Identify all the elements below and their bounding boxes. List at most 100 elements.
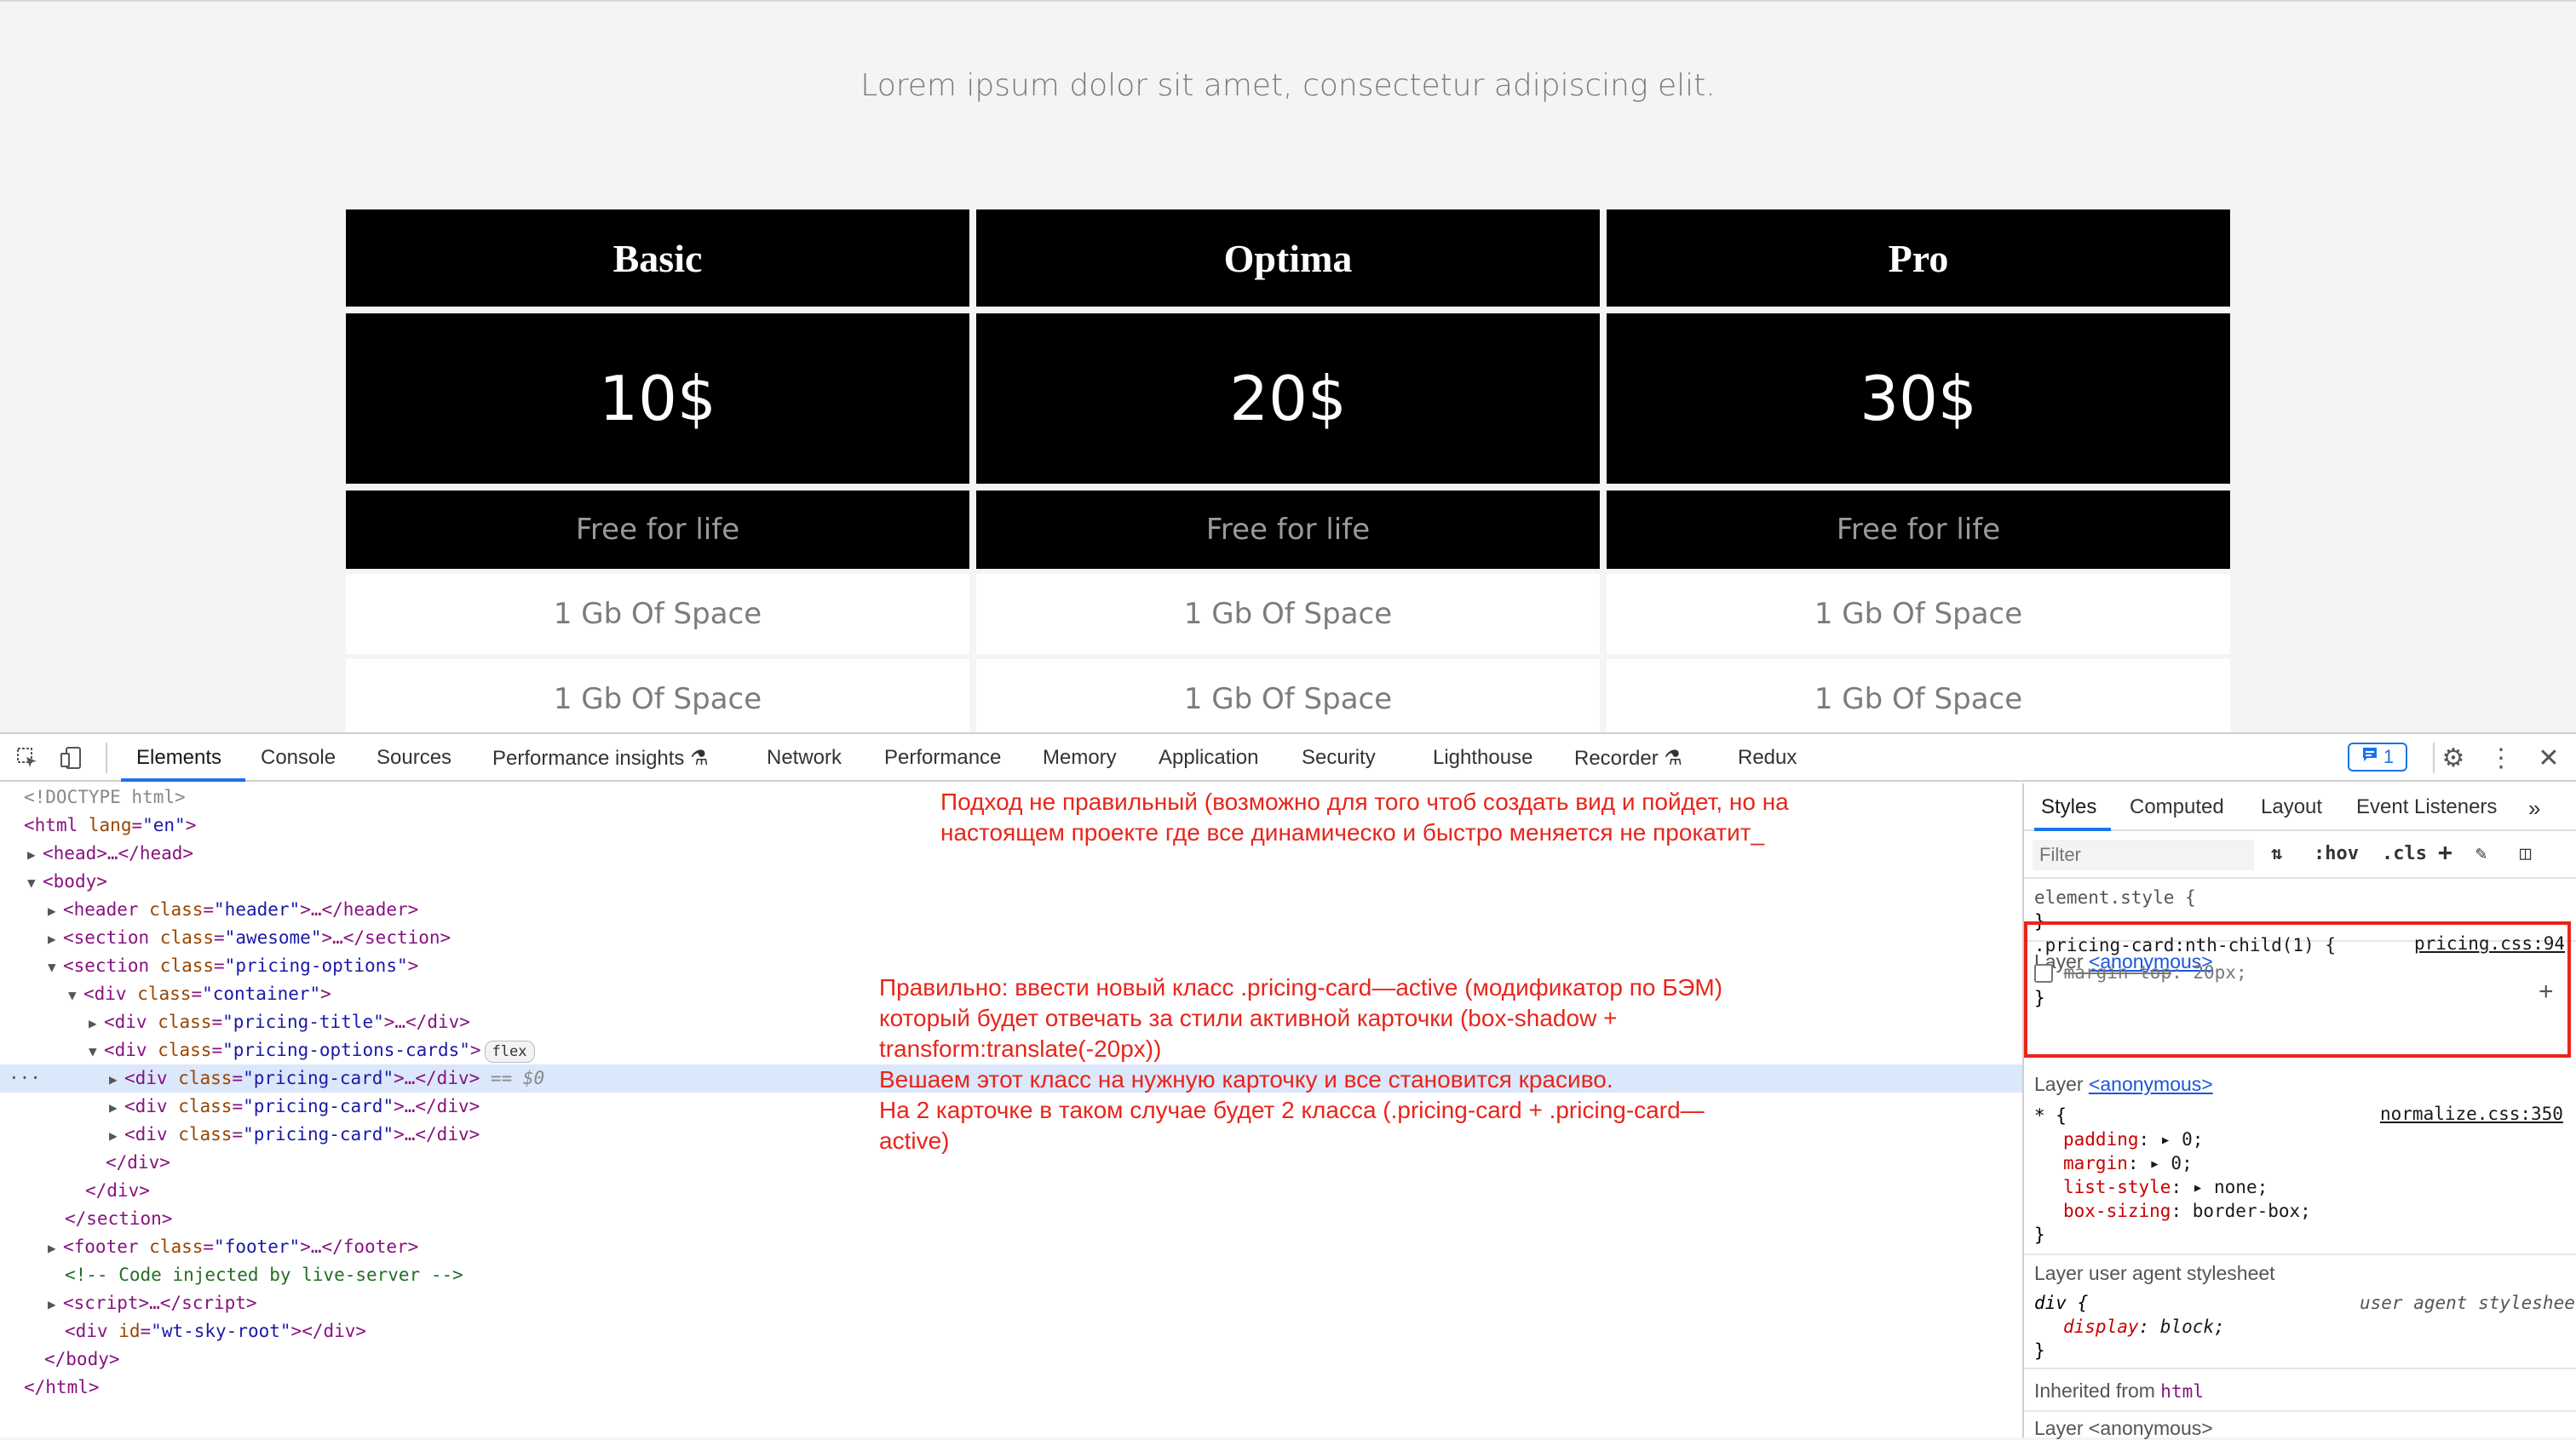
card-price: 20$	[976, 313, 1600, 484]
expand-triangle-icon[interactable]: ▶	[109, 1122, 124, 1150]
gear-icon[interactable]: ⚙	[2440, 744, 2467, 772]
device-toolbar-icon[interactable]	[58, 744, 85, 772]
cls-button[interactable]: .cls	[2382, 843, 2427, 864]
tab-layout[interactable]: Layout	[2261, 795, 2322, 819]
tab-memory[interactable]: Memory	[1043, 746, 1117, 770]
toggle-rendering-icon[interactable]: ⇅	[2271, 843, 2282, 864]
declaration-checkbox[interactable]	[2034, 964, 2053, 983]
dom-node-html[interactable]: <html lang="en">	[24, 812, 196, 840]
tab-lighthouse[interactable]: Lighthouse	[1433, 746, 1532, 770]
dom-close-body[interactable]: </body>	[44, 1345, 120, 1374]
css-declaration[interactable]: box-sizing: border-box;	[2063, 1199, 2311, 1223]
css-declaration[interactable]: list-style: ▸ none;	[2063, 1175, 2268, 1199]
tab-network[interactable]: Network	[767, 746, 842, 770]
paint-brush-icon[interactable]: ✎	[2475, 843, 2487, 864]
tab-recorder[interactable]: Recorder ⚗	[1574, 746, 1682, 771]
tab-security[interactable]: Security	[1302, 746, 1376, 770]
dom-node-pricing-title[interactable]: ▶ <div class="pricing-title">…</div>	[89, 1008, 470, 1036]
collapse-triangle-icon[interactable]: ▼	[68, 981, 83, 1009]
tab-application[interactable]: Application	[1159, 746, 1258, 770]
more-menu-icon[interactable]: ⋮	[2487, 744, 2515, 772]
tab-styles[interactable]: Styles	[2041, 795, 2096, 819]
rule1-declaration[interactable]: margin-top: 20px;	[2034, 961, 2247, 984]
dom-node-head[interactable]: ▶ <head>…</head>	[27, 840, 193, 868]
tab-label: Recorder	[1574, 747, 1659, 770]
inherited-from-label: Inherited from html	[2034, 1380, 2204, 1402]
close-icon[interactable]: ✕	[2535, 744, 2562, 772]
dom-node-pricing-card-1[interactable]: ▶ <div class="pricing-card">…</div> == $0	[109, 1064, 544, 1093]
element-style-rule[interactable]: element.style {	[2034, 886, 2196, 909]
expand-triangle-icon[interactable]: ▶	[89, 1009, 104, 1037]
css-declaration[interactable]: display: block;	[2063, 1315, 2225, 1339]
tab-sources[interactable]: Sources	[377, 746, 451, 770]
hov-button[interactable]: :hov	[2314, 843, 2359, 864]
selected-marker: == $0	[490, 1068, 545, 1088]
card-title: Basic	[346, 209, 969, 307]
inherited-tag-link[interactable]: html	[2160, 1381, 2204, 1402]
inspect-element-icon[interactable]	[14, 744, 41, 772]
expand-triangle-icon[interactable]: ▶	[109, 1065, 124, 1093]
toggle-sidebar-icon[interactable]: ◫	[2520, 843, 2531, 864]
divider	[2433, 743, 2435, 773]
tab-redux[interactable]: Redux	[1738, 746, 1797, 770]
css-declaration[interactable]: padding: ▸ 0;	[2063, 1127, 2203, 1151]
dom-node-pricing-options-cards[interactable]: ▼ <div class="pricing-options-cards"> flex	[89, 1036, 535, 1064]
expand-triangle-icon[interactable]: ▶	[48, 1290, 63, 1318]
layer-link[interactable]: <anonymous>	[2089, 1073, 2213, 1095]
dom-node-section-awesome[interactable]: ▶ <section class="awesome">…</section>	[48, 924, 451, 952]
rule2-source-link[interactable]: normalize.css:350	[2380, 1104, 2563, 1124]
expand-triangle-icon[interactable]: ▶	[109, 1093, 124, 1122]
issues-badge[interactable]: 1	[2348, 743, 2407, 772]
css-declaration[interactable]: margin: ▸ 0;	[2063, 1151, 2193, 1175]
expand-triangle-icon[interactable]: ▶	[48, 925, 63, 953]
dom-node-container[interactable]: ▼ <div class="container">	[68, 980, 331, 1008]
tab-console[interactable]: Console	[261, 746, 336, 770]
tab-performance-insights[interactable]: Performance insights ⚗	[492, 746, 709, 771]
highlighted-rule-box: .pricing-card:nth-child(1) { pricing.css…	[2024, 921, 2576, 1061]
message-icon	[2361, 746, 2378, 768]
rule1-source-link[interactable]: pricing.css:94	[2414, 933, 2565, 954]
add-rule-icon[interactable]: +	[2438, 838, 2452, 866]
dom-close-div[interactable]: </div>	[106, 1149, 170, 1177]
dom-close-section[interactable]: </section>	[65, 1205, 172, 1233]
dom-close-div[interactable]: </div>	[85, 1177, 150, 1205]
tab-performance[interactable]: Performance	[884, 746, 1001, 770]
dom-node-pricing-card-3[interactable]: ▶ <div class="pricing-card">…</div>	[109, 1121, 480, 1149]
dom-close-html[interactable]: </html>	[24, 1374, 100, 1402]
dom-node-section-pricing-options[interactable]: ▼ <section class="pricing-options">	[48, 952, 418, 980]
card-free-label: Free for life	[1607, 491, 2230, 569]
dom-node-header[interactable]: ▶ <header class="header">…</header>	[48, 896, 418, 924]
tab-event-listeners[interactable]: Event Listeners	[2356, 795, 2497, 819]
rule2-selector[interactable]: * {	[2034, 1104, 2067, 1127]
dom-comment[interactable]: <!-- Code injected by live-server -->	[65, 1261, 463, 1289]
expand-triangle-icon[interactable]: ▶	[27, 840, 43, 869]
ua-source: user agent stylesheet	[2360, 1293, 2576, 1313]
collapse-triangle-icon[interactable]: ▼	[89, 1037, 104, 1065]
card-title: Optima	[976, 209, 1600, 307]
dom-node-footer[interactable]: ▶ <footer class="footer">…</footer>	[48, 1233, 418, 1261]
styles-filter-input[interactable]	[2033, 840, 2254, 870]
dom-node-script[interactable]: ▶ <script>…</script>	[48, 1289, 257, 1317]
tab-elements[interactable]: Elements	[136, 746, 221, 770]
card-free-label: Free for life	[976, 491, 1600, 569]
collapse-triangle-icon[interactable]: ▼	[48, 953, 63, 981]
active-tab-indicator	[121, 778, 245, 782]
dom-node-body[interactable]: ▼ <body>	[27, 868, 107, 896]
pricing-card-pro: Pro 30$ Free for life 1 Gb Of Space 1 Gb…	[1607, 209, 2230, 732]
dom-node-pricing-card-2[interactable]: ▶ <div class="pricing-card">…</div>	[109, 1093, 480, 1121]
dom-doctype[interactable]: <!DOCTYPE html>	[24, 783, 186, 812]
dom-node-sky-root[interactable]: <div id="wt-sky-root"></div>	[65, 1317, 366, 1345]
tab-computed[interactable]: Computed	[2130, 795, 2224, 819]
flex-badge[interactable]: flex	[484, 1041, 535, 1063]
card-title: Pro	[1607, 209, 2230, 307]
ua-rule-selector[interactable]: div {	[2034, 1291, 2088, 1315]
expand-triangle-icon[interactable]: ▶	[48, 897, 63, 925]
add-declaration-icon[interactable]: +	[2539, 978, 2554, 1007]
pricing-card-basic: Basic 10$ Free for life 1 Gb Of Space 1 …	[346, 209, 969, 732]
row-options-icon[interactable]: ···	[9, 1064, 41, 1093]
expand-triangle-icon[interactable]: ▶	[48, 1234, 63, 1262]
collapse-triangle-icon[interactable]: ▼	[27, 869, 43, 897]
rule1-selector[interactable]: .pricing-card:nth-child(1) {	[2034, 933, 2336, 957]
styles-filter-row: ⇅ :hov .cls + ✎ ◫	[2024, 833, 2576, 879]
more-tabs-icon[interactable]: »	[2528, 795, 2540, 822]
